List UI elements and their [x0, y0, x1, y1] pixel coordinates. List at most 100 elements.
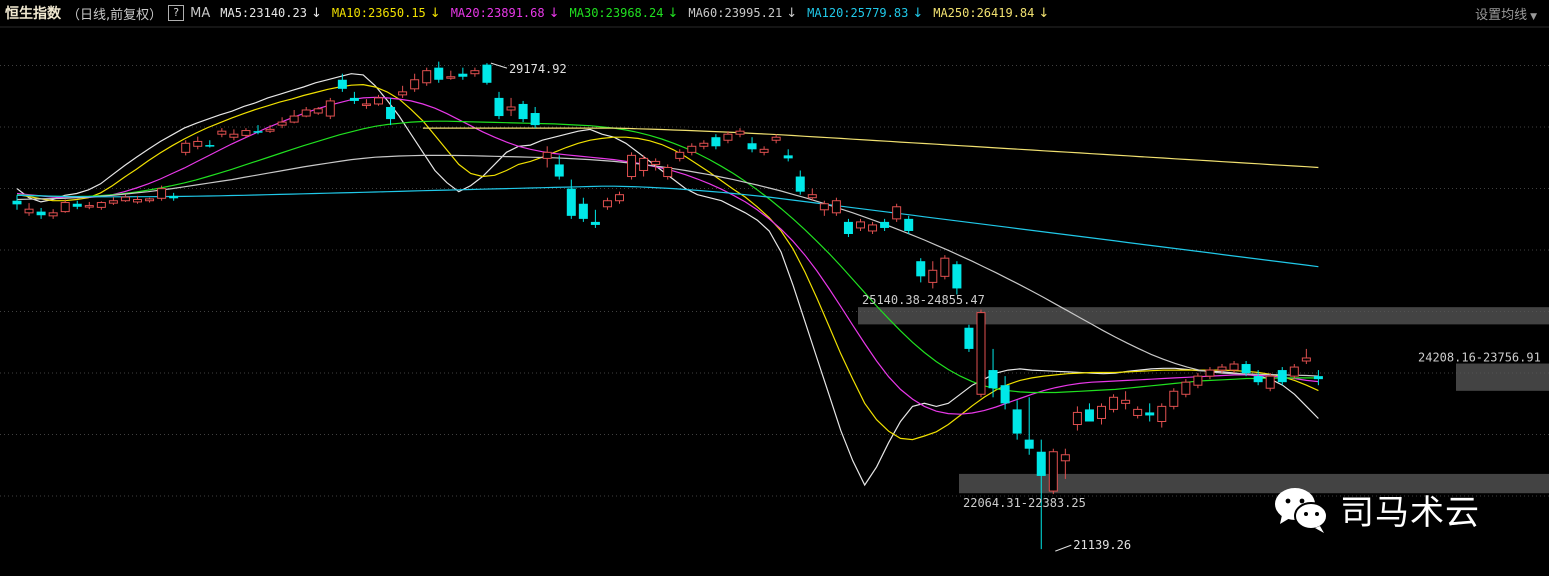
candle-body — [868, 224, 878, 232]
arrow-down-icon: ↓ — [786, 5, 798, 21]
candle-body — [554, 164, 564, 177]
candle-body — [687, 145, 697, 153]
ma-type-label: MA — [190, 5, 211, 21]
candle-body — [506, 106, 516, 111]
candle-body — [313, 108, 323, 114]
candle-body — [880, 221, 890, 228]
candle-body — [145, 198, 155, 202]
candle-body — [964, 327, 974, 349]
arrow-down-icon: ↓ — [912, 5, 924, 21]
watermark-text: 司马术云 — [1340, 492, 1480, 533]
ma-legend-item: MA250:26419.84 — [933, 5, 1035, 20]
candle-body — [434, 67, 444, 80]
candle-body — [349, 97, 359, 101]
watermark: 司马术云 — [1272, 484, 1480, 534]
candle-body — [627, 154, 637, 178]
candle-body — [229, 133, 239, 138]
candle-body — [988, 370, 998, 389]
candle-body — [12, 200, 22, 205]
candle-body — [120, 196, 130, 202]
candle-body — [771, 136, 781, 141]
zone1-label: 25140.38-24855.47 — [862, 293, 985, 307]
candle-body — [1277, 370, 1287, 383]
ma-line-ma250 — [422, 127, 1319, 169]
ma-settings-label: 设置均线 — [1475, 8, 1528, 23]
candle-body — [723, 133, 733, 141]
candle-body — [639, 157, 649, 171]
candle-body — [217, 130, 227, 135]
candle-body — [446, 76, 456, 79]
help-button[interactable]: ? — [168, 5, 185, 21]
caret-down-icon: ▼ — [1530, 12, 1537, 22]
candle-body — [410, 79, 420, 90]
candle-body — [1109, 396, 1119, 410]
ma-legend-item: MA60:23995.21 — [688, 5, 783, 20]
candle-body — [1012, 409, 1022, 434]
chart-root: 29174.92 21139.26 25140.38-24855.47 24208.1… — [0, 0, 1549, 576]
candle-body — [1036, 451, 1046, 476]
period-label: （日线,前复权） — [67, 7, 163, 23]
ma-line-ma30 — [16, 120, 1319, 394]
ma-legend-item: MA30:23968.24 — [569, 5, 664, 20]
candle-body — [856, 221, 865, 229]
candle-body — [602, 200, 612, 208]
candle-body — [494, 97, 504, 117]
candle-body — [193, 140, 203, 147]
candle-body — [807, 194, 817, 199]
candle-body — [72, 203, 82, 207]
candle-body — [1241, 364, 1251, 374]
candle-body — [615, 194, 624, 202]
high-label: 29174.92 — [509, 62, 567, 76]
candle-body — [289, 115, 299, 123]
candle-body — [1072, 411, 1082, 426]
candle-body — [60, 202, 70, 213]
candle-body — [819, 203, 829, 211]
resistance-zone — [1456, 363, 1549, 391]
candle-body — [759, 148, 769, 153]
candle-body — [940, 257, 950, 277]
chart-header: 恒生指数 （日线,前复权） ? MA MA5:23140.23 ↓ MA10:236… — [0, 0, 1549, 26]
candle-body — [578, 203, 588, 219]
candle-body — [1097, 405, 1106, 419]
ma-legend-item: MA10:23650.15 — [331, 5, 426, 20]
candle-body — [1157, 405, 1167, 422]
candle-body — [1048, 451, 1058, 492]
candle-body — [24, 208, 34, 214]
candle-body — [108, 200, 118, 204]
candle-body — [1253, 376, 1263, 383]
candle-body — [181, 142, 191, 153]
candle-body — [470, 70, 480, 75]
index-title: 恒生指数 — [5, 6, 61, 22]
wechat-icon — [1275, 488, 1328, 533]
candle-body — [205, 145, 215, 147]
candle-body — [831, 200, 841, 214]
candle-body — [422, 70, 432, 84]
candle-body — [1024, 439, 1034, 449]
ma-legend-item: MA5:23140.23 — [220, 5, 307, 20]
zone2-label: 24208.16-23756.91 — [1418, 351, 1541, 365]
candle-body — [48, 212, 58, 217]
candle-body — [1133, 408, 1143, 416]
low-label: 21139.26 — [1073, 538, 1131, 552]
ma-settings-button[interactable]: 设置均线 ▼ — [1475, 4, 1537, 23]
candle-body — [1145, 412, 1155, 416]
ma-legend-item: MA20:23891.68 — [450, 5, 545, 20]
candle-body — [1289, 366, 1299, 377]
resistance-zone — [858, 307, 1549, 325]
candle-body — [892, 206, 902, 220]
candle-body — [747, 143, 757, 150]
candle-body — [277, 121, 287, 126]
candle-body — [1060, 454, 1070, 462]
ma-line-ma20 — [16, 96, 1319, 415]
candle-body — [735, 130, 745, 135]
candle-body — [301, 109, 311, 117]
candle-body — [976, 312, 986, 395]
arrow-down-icon: ↓ — [667, 5, 679, 21]
candle-body — [398, 91, 408, 96]
candle-body — [1301, 357, 1311, 362]
candle-body — [699, 142, 709, 147]
candle-body — [1265, 375, 1275, 389]
candle-body — [928, 269, 938, 283]
candle-body — [169, 195, 179, 199]
zone3-label: 22064.31-22383.25 — [963, 496, 1086, 510]
